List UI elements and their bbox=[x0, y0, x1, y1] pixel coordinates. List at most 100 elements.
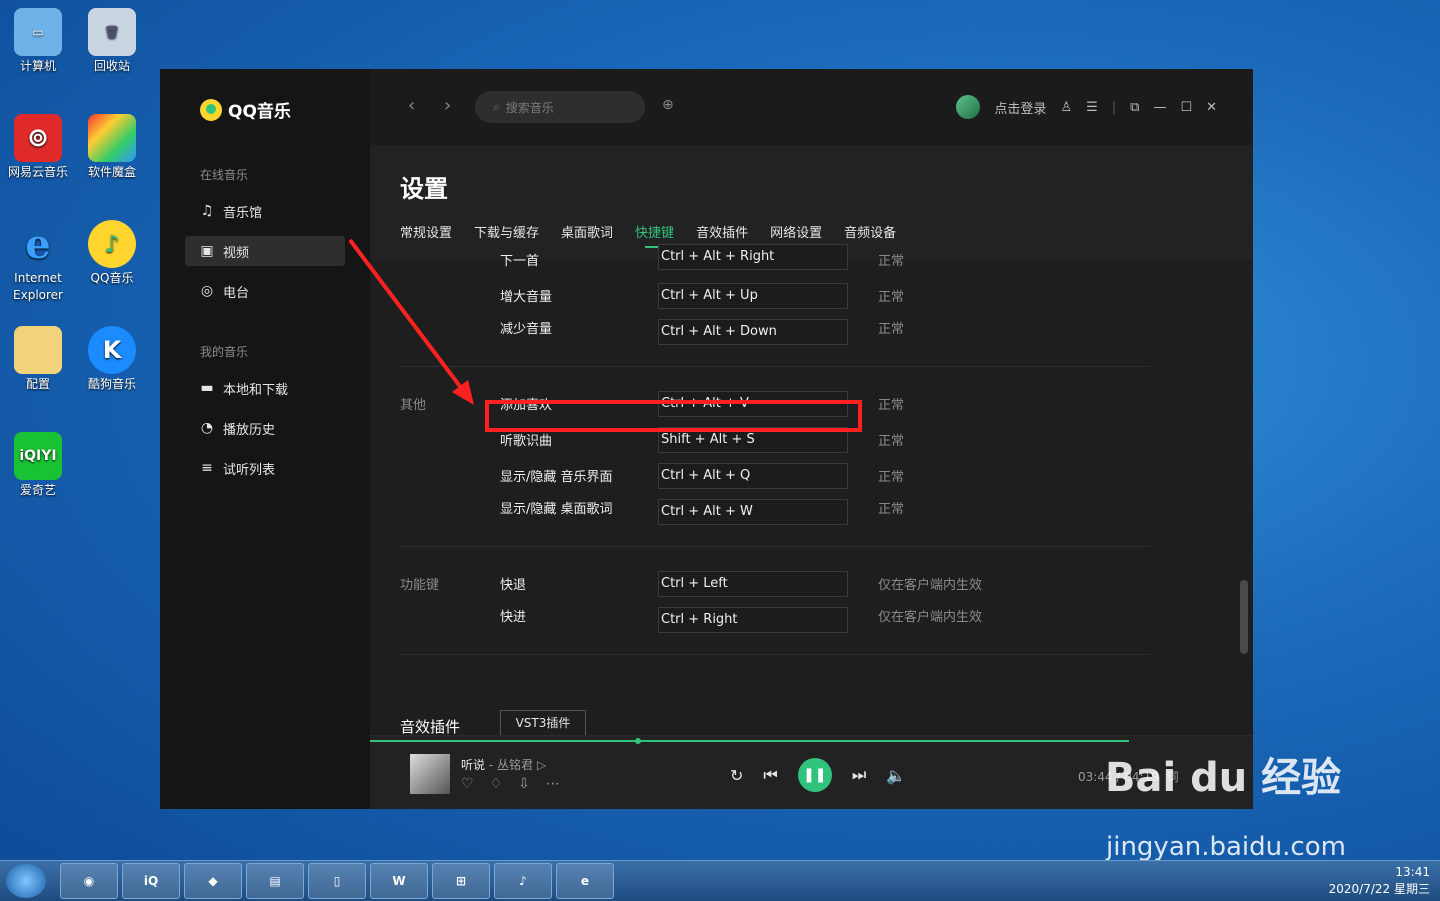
sidebar-item-video[interactable]: ▣ 视频 bbox=[185, 236, 345, 266]
chrome-icon[interactable]: ◉ bbox=[60, 863, 118, 899]
annotation-highlight-box bbox=[485, 400, 862, 432]
software-box-taskbar-icon[interactable]: ◆ bbox=[184, 863, 242, 899]
iqiyi-taskbar-icon[interactable]: iQ bbox=[122, 863, 180, 899]
search-icon: ⌕ bbox=[493, 99, 500, 114]
desktop-icon-computer[interactable]: ▭ 计算机 bbox=[2, 8, 74, 75]
tab-shortcuts[interactable]: 快捷键 bbox=[635, 222, 674, 248]
page-title: 设置 bbox=[400, 175, 448, 203]
desktop-icon-qq-music[interactable]: ♪ QQ音乐 bbox=[76, 220, 148, 287]
divider bbox=[400, 654, 1150, 655]
sidebar-item-music-hall[interactable]: ♫ 音乐馆 bbox=[185, 196, 345, 226]
pause-button[interactable]: ❚❚ bbox=[797, 758, 832, 792]
software-box-icon bbox=[88, 114, 136, 162]
kugou-icon: K bbox=[88, 326, 136, 374]
close-icon[interactable]: ✕ bbox=[1206, 100, 1217, 115]
tab-network[interactable]: 网络设置 bbox=[770, 222, 822, 241]
playlist-icon: ≡ bbox=[201, 460, 213, 476]
notepad-icon[interactable]: ▤ bbox=[246, 863, 304, 899]
song-artist[interactable]: 丛铭君 bbox=[497, 758, 533, 772]
desktop-icon-config-folder[interactable]: 配置 bbox=[2, 326, 74, 393]
mini-mode-icon[interactable]: ⧉ bbox=[1130, 100, 1139, 115]
skin-icon[interactable]: ♙ bbox=[1060, 100, 1072, 115]
shortcut-key-field[interactable]: Ctrl + Alt + Up bbox=[658, 283, 848, 309]
wps-icon[interactable]: W bbox=[370, 863, 428, 899]
mv-icon[interactable]: ▷ bbox=[537, 758, 546, 772]
divider bbox=[400, 546, 1150, 547]
divider: | bbox=[1111, 99, 1117, 115]
shortcut-name: 听歌识曲 bbox=[500, 434, 553, 449]
computer-icon: ▭ bbox=[14, 8, 62, 56]
shortcut-list[interactable]: 下一首 Ctrl + Alt + Right 正常 增大音量 Ctrl + Al… bbox=[370, 244, 1253, 735]
qq-music-taskbar-icon[interactable]: ♪ bbox=[494, 863, 552, 899]
shortcut-key-field[interactable]: Ctrl + Alt + Down bbox=[658, 319, 848, 345]
shortcut-status: 正常 bbox=[878, 398, 905, 413]
netease-music-icon: ⊚ bbox=[14, 114, 62, 162]
app-logo[interactable]: QQ音乐 bbox=[200, 97, 291, 122]
previous-icon[interactable]: ⏮ bbox=[763, 765, 777, 785]
volume-icon[interactable]: 🔈 bbox=[886, 766, 906, 785]
baidu-watermark: Bai du 经验 bbox=[1105, 755, 1342, 801]
back-arrow-icon[interactable]: ‹ bbox=[408, 95, 415, 116]
tab-general[interactable]: 常规设置 bbox=[400, 222, 452, 241]
shortcut-key-field[interactable]: Ctrl + Alt + Right bbox=[658, 244, 848, 270]
progress-handle[interactable] bbox=[635, 738, 641, 744]
sidebar-item-local-download[interactable]: ▬ 本地和下载 bbox=[185, 373, 345, 403]
shortcut-key-field[interactable]: Ctrl + Alt + W bbox=[658, 499, 848, 525]
repeat-icon[interactable]: ↻ bbox=[730, 766, 743, 785]
download-icon[interactable]: ⇩ bbox=[518, 776, 530, 792]
shortcut-status: 正常 bbox=[878, 322, 905, 337]
sidebar: QQ音乐 在线音乐 ♫ 音乐馆 ▣ 视频 ◎ 电台 我的音乐 ▬ 本地和下载 ◔… bbox=[160, 69, 370, 809]
sidebar-item-history[interactable]: ◔ 播放历史 bbox=[185, 413, 345, 443]
shortcut-name: 显示/隐藏 桌面歌词 bbox=[500, 502, 613, 517]
minimize-icon[interactable]: — bbox=[1153, 100, 1166, 115]
desktop-icon-ie[interactable]: e Internet Explorer bbox=[2, 220, 74, 304]
windows-icon[interactable]: ⊞ bbox=[432, 863, 490, 899]
song-title[interactable]: 听说 bbox=[461, 758, 485, 772]
avatar[interactable] bbox=[956, 95, 981, 119]
next-icon[interactable]: ⏭ bbox=[852, 765, 866, 785]
system-clock[interactable]: 13:41 2020/7/22 星期三 bbox=[1329, 864, 1430, 898]
tab-download-cache[interactable]: 下载与缓存 bbox=[474, 222, 539, 241]
tab-audio-device[interactable]: 音频设备 bbox=[844, 222, 896, 241]
shortcut-name: 显示/隐藏 音乐界面 bbox=[500, 470, 613, 485]
monitor-icon: ▬ bbox=[200, 380, 214, 396]
shortcut-key-field[interactable]: Ctrl + Right bbox=[658, 607, 848, 633]
progress-bar[interactable] bbox=[370, 740, 1130, 742]
menu-icon[interactable]: ☰ bbox=[1086, 100, 1098, 115]
listen-identify-icon[interactable]: ⊕ bbox=[662, 97, 674, 113]
shortcut-status: 仅在客户端内生效 bbox=[878, 578, 983, 593]
desktop-icon-iqiyi[interactable]: iQIYI 爱奇艺 bbox=[2, 432, 74, 499]
desktop-icon-software-box[interactable]: 软件魔盒 bbox=[76, 114, 148, 181]
tab-desktop-lyrics[interactable]: 桌面歌词 bbox=[561, 222, 613, 241]
shortcut-status: 正常 bbox=[878, 254, 905, 269]
shortcut-status: 正常 bbox=[878, 502, 905, 517]
shortcut-status: 仅在客户端内生效 bbox=[878, 610, 983, 625]
phone-icon[interactable]: ▯ bbox=[308, 863, 366, 899]
sidebar-item-playlist[interactable]: ≡ 试听列表 bbox=[185, 453, 345, 483]
dislike-icon[interactable]: ♢ bbox=[490, 776, 503, 792]
section-title-sound-effects: 音效插件 bbox=[400, 718, 461, 735]
ie-taskbar-icon[interactable]: e bbox=[556, 863, 614, 899]
desktop-icon-kugou[interactable]: K 酷狗音乐 bbox=[76, 326, 148, 393]
tab-sound-effects[interactable]: 音效插件 bbox=[696, 222, 748, 241]
folder-icon bbox=[14, 326, 62, 374]
heart-icon[interactable]: ♡ bbox=[461, 776, 474, 792]
baidu-watermark-url: jingyan.baidu.com bbox=[1106, 832, 1346, 862]
scrollbar[interactable] bbox=[1240, 580, 1248, 654]
desktop-icon-recycle-bin[interactable]: 🗑 回收站 bbox=[76, 8, 148, 75]
forward-arrow-icon[interactable]: › bbox=[444, 95, 451, 116]
search-input[interactable]: ⌕ 搜索音乐 bbox=[475, 91, 645, 123]
album-cover[interactable] bbox=[410, 754, 450, 794]
top-bar: ‹ › ⌕ 搜索音乐 ⊕ 点击登录 ♙ ☰ | ⧉ — ☐ ✕ bbox=[370, 69, 1253, 145]
shortcut-key-field[interactable]: Ctrl + Alt + Q bbox=[658, 463, 848, 489]
shortcut-name: 下一首 bbox=[500, 254, 540, 269]
more-icon[interactable]: ⋯ bbox=[546, 776, 560, 792]
login-link[interactable]: 点击登录 bbox=[994, 98, 1046, 117]
start-button[interactable] bbox=[6, 864, 46, 898]
shortcut-key-field[interactable]: Ctrl + Left bbox=[658, 571, 848, 597]
sidebar-item-radio[interactable]: ◎ 电台 bbox=[185, 276, 345, 306]
shortcut-status: 正常 bbox=[878, 434, 905, 449]
vst3-plugin-button[interactable]: VST3插件 bbox=[500, 710, 586, 735]
desktop-icon-netease-music[interactable]: ⊚ 网易云音乐 bbox=[2, 114, 74, 181]
maximize-icon[interactable]: ☐ bbox=[1180, 100, 1192, 115]
